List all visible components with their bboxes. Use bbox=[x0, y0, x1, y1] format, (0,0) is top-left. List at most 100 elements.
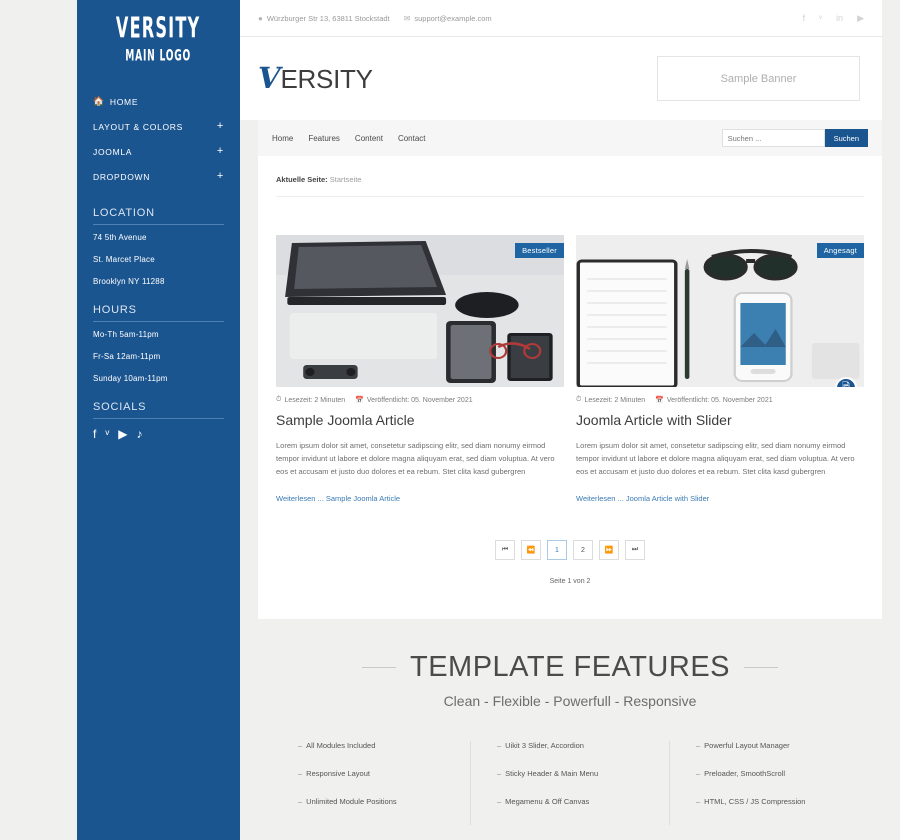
plus-icon[interactable]: + bbox=[217, 146, 224, 157]
published-date-text: Veröffentlicht: 05. November 2021 bbox=[666, 396, 773, 404]
feature-label: Unlimited Module Positions bbox=[306, 797, 397, 807]
next-page-button[interactable]: ⏩ bbox=[599, 540, 619, 561]
clock-icon: ⏱ bbox=[276, 396, 282, 403]
site-logo[interactable]: V ERSITY bbox=[258, 64, 373, 93]
breadcrumb-current: Startseite bbox=[329, 175, 362, 184]
article-meta: ⏱ Lesezeit: 2 Minuten 📅 Veröffentlicht: … bbox=[576, 387, 864, 404]
plus-icon[interactable]: + bbox=[217, 121, 224, 132]
banner-text: Sample Banner bbox=[720, 72, 797, 85]
template-features-section: TEMPLATE FEATURES Clean - Flexible - Pow… bbox=[240, 619, 900, 826]
twitter-icon[interactable]: ᵛ bbox=[819, 13, 822, 24]
notebook-sunglasses-phone-photo[interactable]: Angesagt 🖻 bbox=[576, 235, 864, 387]
topbar: ● Würzburger Str 13, 63811 Stockstadt ✉ … bbox=[240, 0, 882, 37]
page-counter: Seite 1 von 2 bbox=[549, 578, 591, 586]
hours-line: Sunday 10am-11pm bbox=[93, 374, 168, 383]
twitter-icon[interactable]: ᵛ bbox=[105, 428, 109, 440]
feature-item: – All Modules Included bbox=[298, 741, 470, 769]
feature-label: Responsive Layout bbox=[306, 769, 370, 779]
plus-icon[interactable]: + bbox=[217, 171, 224, 182]
feature-item: – Megamenu & Off Canvas bbox=[497, 797, 669, 825]
sample-banner[interactable]: Sample Banner bbox=[657, 56, 860, 101]
menu-item-home[interactable]: Home bbox=[272, 134, 293, 143]
first-page-button[interactable]: ⏮ bbox=[495, 540, 515, 561]
dash-icon: – bbox=[696, 769, 701, 779]
published-date: 📅 Veröffentlicht: 05. November 2021 bbox=[355, 396, 473, 405]
tiktok-icon[interactable]: ♪ bbox=[136, 428, 142, 440]
features-column-1: – All Modules Included – Responsive Layout… bbox=[272, 741, 470, 825]
feature-item: – Unlimited Module Positions bbox=[298, 797, 470, 825]
sidebar-hours-module: HOURS Mo-Th 5am-11pm Fr-Sa 12am-11pm Sun… bbox=[77, 304, 240, 383]
read-more-link[interactable]: Weiterlesen ... Joomla Article with Slid… bbox=[576, 478, 709, 503]
sidebar-socials-module: SOCIALS f ᵛ ▶ ♪ bbox=[77, 401, 240, 440]
article-card: Bestseller ⏱ Lesezeit: 2 Minuten 📅 Veröf… bbox=[276, 235, 564, 506]
sidebar-item-dropdown[interactable]: DROPDOWN + bbox=[77, 164, 240, 189]
hours-line: Mo-Th 5am-11pm bbox=[93, 330, 159, 339]
sidebar-location-module: LOCATION 74 5th Avenue St. Marcet Place … bbox=[77, 207, 240, 286]
topbar-email[interactable]: ✉ support@example.com bbox=[404, 14, 492, 23]
menu-item-content[interactable]: Content bbox=[355, 134, 383, 143]
feature-label: Uikit 3 Slider, Accordion bbox=[505, 741, 584, 751]
facebook-icon[interactable]: f bbox=[803, 13, 806, 24]
facebook-icon[interactable]: f bbox=[93, 428, 96, 440]
published-date-text: Veröffentlicht: 05. November 2021 bbox=[366, 396, 473, 404]
dash-icon: – bbox=[696, 797, 701, 807]
article-title[interactable]: Joomla Article with Slider bbox=[576, 404, 864, 428]
read-time: ⏱ Lesezeit: 2 Minuten bbox=[276, 396, 345, 404]
features-columns: – All Modules Included – Responsive Layout… bbox=[258, 709, 882, 826]
youtube-icon[interactable]: ▶ bbox=[857, 13, 864, 24]
feature-label: All Modules Included bbox=[306, 741, 376, 751]
article-excerpt: Lorem ipsum dolor sit amet, consetetur s… bbox=[276, 441, 555, 477]
sidebar-logo-sub: MAIN LOGO bbox=[125, 47, 192, 66]
features-title: TEMPLATE FEATURES bbox=[409, 651, 731, 684]
dash-icon: – bbox=[298, 797, 303, 807]
prev-page-button[interactable]: ⏪ bbox=[521, 540, 541, 561]
sidebar-item-label: HOME bbox=[109, 96, 139, 107]
sidebar-item-layout-colors[interactable]: LAYOUT & COLORS + bbox=[77, 114, 240, 139]
youtube-icon[interactable]: ▶ bbox=[118, 428, 127, 440]
dash-icon: – bbox=[298, 741, 303, 751]
content-area: Aktuelle Seite: Startseite Bestseller ⏱ … bbox=[258, 156, 882, 620]
menu-item-features[interactable]: Features bbox=[308, 134, 340, 143]
sidebar-item-joomla[interactable]: JOOMLA + bbox=[77, 139, 240, 164]
sidebar-nav: 🏠 HOME LAYOUT & COLORS + JOOMLA + DROPDO… bbox=[77, 89, 240, 189]
feature-label: Sticky Header & Main Menu bbox=[505, 769, 599, 779]
main-content: ● Würzburger Str 13, 63811 Stockstadt ✉ … bbox=[240, 0, 900, 840]
site-header: V ERSITY Sample Banner bbox=[240, 37, 882, 120]
menu-item-contact[interactable]: Contact bbox=[398, 134, 426, 143]
search-form: Suchen bbox=[721, 129, 868, 147]
feature-item: – Powerful Layout Manager bbox=[696, 741, 868, 769]
page-root: VERSITY MAIN LOGO 🏠 HOME LAYOUT & COLORS… bbox=[0, 0, 900, 840]
location-title: LOCATION bbox=[93, 207, 224, 225]
last-page-button[interactable]: ⏭ bbox=[625, 540, 645, 561]
location-line: St. Marcet Place bbox=[93, 255, 155, 264]
features-column-2: – Uikit 3 Slider, Accordion – Sticky Heade… bbox=[470, 741, 669, 826]
search-input[interactable] bbox=[721, 129, 825, 147]
sidebar-item-label: DROPDOWN bbox=[93, 171, 151, 182]
pagination: ⏮ ⏪ 1 2 ⏩ ⏭ bbox=[276, 506, 864, 561]
feature-item: – Uikit 3 Slider, Accordion bbox=[497, 741, 669, 769]
feature-item: – Responsive Layout bbox=[298, 769, 470, 797]
page-2-button[interactable]: 2 bbox=[573, 540, 593, 561]
article-card: Angesagt 🖻 ⏱ Lesezeit: 2 Minuten 📅 Veröf… bbox=[576, 235, 864, 506]
linkedin-icon[interactable]: in bbox=[836, 13, 843, 24]
sidebar-logo[interactable]: VERSITY MAIN LOGO bbox=[77, 0, 240, 89]
topbar-address: ● Würzburger Str 13, 63811 Stockstadt bbox=[258, 14, 390, 23]
feature-item: – Sticky Header & Main Menu bbox=[497, 769, 669, 797]
read-time: ⏱ Lesezeit: 2 Minuten bbox=[576, 396, 645, 404]
laptop-desk-photo[interactable]: Bestseller bbox=[276, 235, 564, 387]
hours-line: Fr-Sa 12am-11pm bbox=[93, 352, 161, 361]
socials-title: SOCIALS bbox=[93, 401, 224, 419]
status-badge: Angesagt bbox=[816, 243, 864, 258]
sidebar-item-home[interactable]: 🏠 HOME bbox=[77, 89, 240, 114]
page-1-button[interactable]: 1 bbox=[547, 540, 567, 561]
article-title[interactable]: Sample Joomla Article bbox=[276, 404, 564, 428]
feature-label: Megamenu & Off Canvas bbox=[505, 797, 590, 807]
topbar-address-text: Würzburger Str 13, 63811 Stockstadt bbox=[266, 13, 390, 23]
sidebar-logo-main: VERSITY bbox=[116, 12, 201, 46]
clock-icon: ⏱ bbox=[576, 396, 582, 403]
main-menu-bar: Home Features Content Contact Suchen bbox=[258, 120, 882, 156]
breadcrumb: Aktuelle Seite: Startseite bbox=[276, 156, 864, 197]
search-button[interactable]: Suchen bbox=[824, 129, 868, 147]
article-excerpt: Lorem ipsum dolor sit amet, consetetur s… bbox=[576, 441, 855, 477]
read-more-link[interactable]: Weiterlesen ... Sample Joomla Article bbox=[276, 478, 400, 503]
